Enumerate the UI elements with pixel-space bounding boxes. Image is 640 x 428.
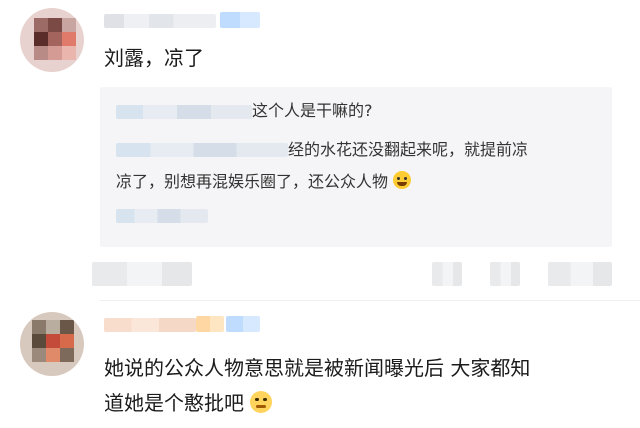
reply-line-2: 经的水花还没翻起来呢，就提前凉 xyxy=(288,138,528,162)
comment-body: 刘露，凉了 xyxy=(104,46,204,70)
reply-line-3: 凉了，别想再混娱乐圈了，还公众人物 xyxy=(116,170,412,194)
reply-thread[interactable]: 这个人是干嘛的? 经的水花还没翻起来呢，就提前凉 凉了，别想再混娱乐圈了，还公众… xyxy=(100,87,612,247)
comment2-line-1: 她说的公众人物意思就是被新闻曝光后 大家都知 xyxy=(104,356,531,380)
username-blurred[interactable] xyxy=(104,14,216,28)
reply-text-3: 凉了，别想再混娱乐圈了，还公众人物 xyxy=(116,172,389,191)
divider xyxy=(100,300,640,301)
share-button[interactable] xyxy=(432,262,462,286)
reply-text-1: 这个人是干嘛的? xyxy=(252,101,373,120)
username-blurred-2[interactable] xyxy=(104,318,196,332)
comment-text: 刘露，凉了 xyxy=(104,42,204,74)
smirk-emoji-icon xyxy=(250,391,273,413)
view-more-replies-blurred[interactable] xyxy=(116,209,208,223)
comment-text-2b: 道她是个憨批吧 xyxy=(104,387,273,419)
comment-button[interactable] xyxy=(490,262,520,286)
like-button[interactable] xyxy=(548,262,612,286)
reply-line-1: 这个人是干嘛的? xyxy=(252,99,373,123)
user-badge-2 xyxy=(196,316,224,332)
comment-text-2: 她说的公众人物意思就是被新闻曝光后 大家都知 xyxy=(104,352,530,384)
user-avatar-2[interactable] xyxy=(20,312,84,376)
user-badge-3 xyxy=(226,316,260,332)
user-badge xyxy=(220,12,260,28)
timestamp-blurred xyxy=(92,262,192,286)
crying-laugh-emoji-icon xyxy=(393,171,412,189)
reply-username-blurred-2[interactable] xyxy=(116,143,288,157)
user-avatar[interactable] xyxy=(20,8,84,72)
comment2-line-2: 道她是个憨批吧 xyxy=(104,391,244,415)
reply-text-2: 经的水花还没翻起来呢，就提前凉 xyxy=(288,140,529,159)
reply-username-blurred[interactable] xyxy=(116,105,252,119)
